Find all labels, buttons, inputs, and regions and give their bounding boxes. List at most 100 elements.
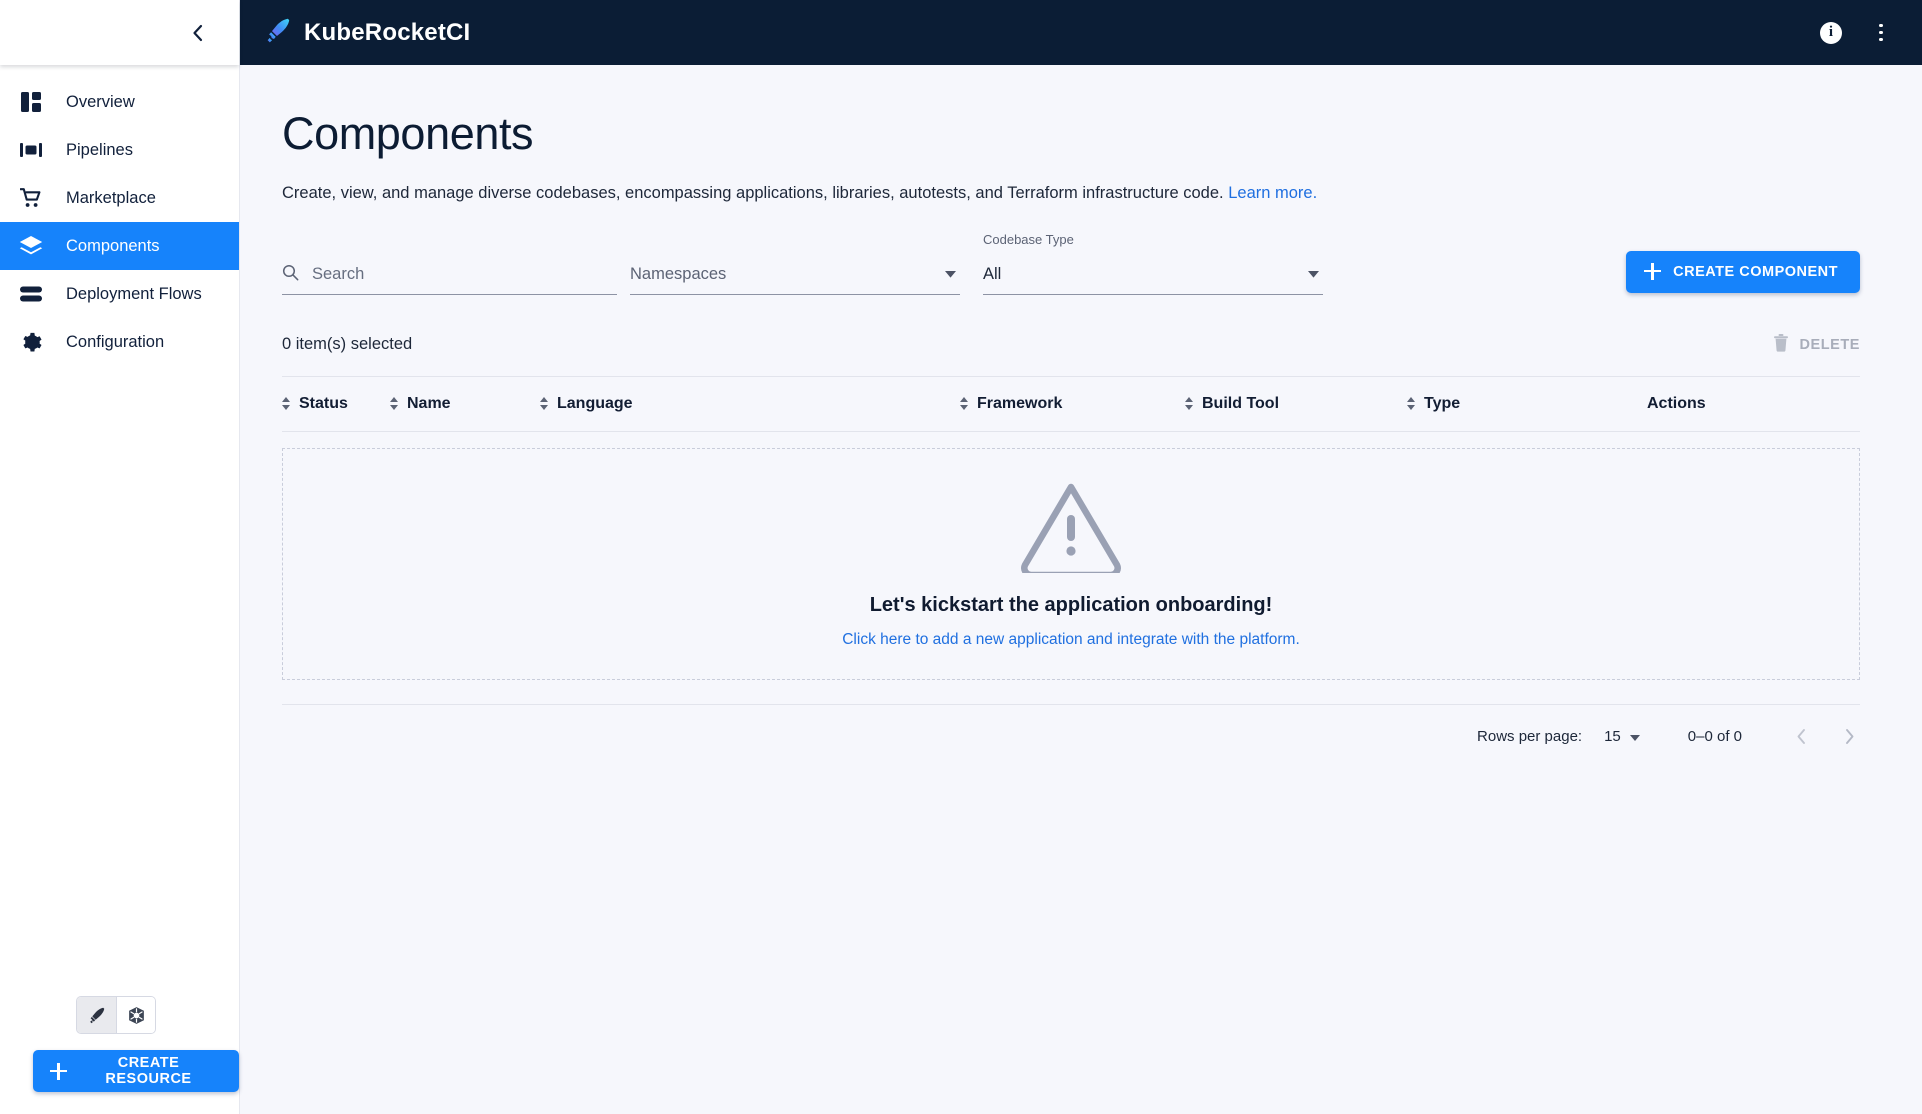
sort-icon (1185, 397, 1193, 410)
codebase-type-underline (983, 293, 1323, 295)
sidebar-item-configuration[interactable]: Configuration (0, 318, 239, 366)
chevron-down-icon (1308, 265, 1319, 283)
rows-per-page-value: 15 (1604, 727, 1621, 745)
info-glyph: i (1820, 21, 1842, 44)
sidebar-item-label: Pipelines (66, 140, 133, 159)
create-component-button[interactable]: CREATE COMPONENT (1626, 250, 1860, 293)
top-bar-actions: i (1812, 14, 1900, 52)
sidebar-item-deployment-flows[interactable]: Deployment Flows (0, 270, 239, 318)
create-resource-button[interactable]: CREATE RESOURCE (33, 1050, 239, 1092)
trash-icon (1773, 333, 1789, 356)
pagination-range: 0–0 of 0 (1687, 727, 1742, 745)
selected-count: 0 item(s) selected (282, 335, 413, 353)
delete-button[interactable]: DELETE (1773, 333, 1861, 356)
components-table: Status Name Language Framework Build Too (282, 375, 1860, 768)
column-label: Status (299, 394, 348, 412)
table-pagination: Rows per page: 15 0–0 of 0 (282, 703, 1860, 768)
sidebar-header (0, 0, 239, 65)
rocket-pen-icon (264, 17, 291, 49)
codebase-type-label: Codebase Type (983, 231, 1074, 247)
column-label: Language (557, 394, 633, 412)
sidebar-nav: Overview Pipelines Marketplace Component… (0, 65, 239, 366)
namespaces-value: Namespaces (630, 265, 727, 283)
search-input[interactable]: Search (312, 265, 364, 284)
sort-icon (960, 397, 968, 410)
delete-label: DELETE (1799, 336, 1860, 353)
dashboard-icon (18, 92, 44, 112)
column-header-build-tool[interactable]: Build Tool (1185, 395, 1407, 413)
sidebar-item-overview[interactable]: Overview (0, 78, 239, 126)
sidebar-item-pipelines[interactable]: Pipelines (0, 126, 239, 174)
stacked-bars-icon (18, 286, 44, 302)
sort-icon (540, 397, 548, 410)
chevron-left-icon[interactable] (183, 19, 211, 47)
sort-icon (390, 397, 398, 410)
sidebar-item-label: Overview (66, 92, 135, 111)
pipelines-icon (18, 142, 44, 158)
column-label: Build Tool (1202, 394, 1280, 412)
sidebar-item-label: Configuration (66, 332, 165, 351)
rows-per-page-select[interactable]: 15 (1604, 728, 1640, 745)
filters-row: Search Namespaces Codebase Type All CREA… (282, 232, 1860, 295)
kubernetes-helm-icon[interactable] (116, 997, 155, 1033)
view-toggle-group (76, 996, 156, 1034)
plus-icon (1644, 263, 1662, 280)
more-vertical-icon[interactable] (1862, 14, 1900, 52)
previous-page-button[interactable] (1790, 725, 1812, 747)
column-header-framework[interactable]: Framework (960, 395, 1185, 413)
codebase-type-value: All (983, 265, 1002, 283)
plus-icon (50, 1062, 67, 1080)
sidebar-item-label: Marketplace (66, 188, 156, 207)
layers-icon (18, 236, 44, 256)
learn-more-link[interactable]: Learn more. (1228, 184, 1317, 202)
column-label: Name (407, 394, 451, 412)
namespaces-underline (630, 293, 960, 295)
chevron-down-icon (945, 265, 956, 283)
main-content: Components Create, view, and manage dive… (240, 65, 1922, 1114)
sidebar-item-components[interactable]: Components (0, 222, 239, 270)
column-header-language[interactable]: Language (540, 395, 960, 413)
column-header-type[interactable]: Type (1407, 395, 1647, 413)
page-description-text: Create, view, and manage diverse codebas… (282, 183, 1224, 202)
empty-state: Let's kickstart the application onboardi… (282, 447, 1860, 680)
brand[interactable]: KubeRocketCI (264, 17, 470, 49)
create-resource-label: CREATE RESOURCE (105, 1055, 192, 1087)
selection-bar: 0 item(s) selected DELETE (282, 328, 1860, 362)
sidebar-item-marketplace[interactable]: Marketplace (0, 174, 239, 222)
column-label: Type (1424, 394, 1461, 412)
namespaces-select[interactable]: Namespaces (630, 255, 960, 295)
rows-per-page-label: Rows per page: (1477, 727, 1583, 745)
sidebar-item-label: Components (66, 236, 160, 255)
app-root: Overview Pipelines Marketplace Component… (0, 0, 1922, 1114)
codebase-type-select[interactable]: Codebase Type All (983, 232, 1323, 295)
create-component-label: CREATE COMPONENT (1673, 263, 1838, 280)
page-title: Components (282, 108, 534, 159)
pagination-controls (1790, 725, 1860, 747)
sort-icon (282, 397, 290, 410)
brand-name: KubeRocketCI (304, 18, 471, 46)
column-header-actions: Actions (1647, 395, 1860, 413)
info-icon[interactable]: i (1812, 14, 1850, 52)
sidebar: Overview Pipelines Marketplace Component… (0, 0, 240, 1114)
sidebar-footer: CREATE RESOURCE (0, 996, 239, 1114)
search-field[interactable]: Search (282, 255, 617, 295)
search-underline (282, 293, 617, 295)
column-label: Actions (1647, 394, 1706, 412)
search-icon (282, 264, 299, 286)
sidebar-item-label: Deployment Flows (66, 284, 202, 303)
empty-state-title: Let's kickstart the application onboardi… (869, 593, 1273, 616)
kuberocket-pen-icon[interactable] (77, 997, 116, 1033)
page-description: Create, view, and manage diverse codebas… (282, 184, 1860, 203)
column-header-name[interactable]: Name (390, 395, 540, 413)
empty-state-link[interactable]: Click here to add a new application and … (842, 631, 1300, 649)
column-label: Framework (977, 394, 1063, 412)
column-header-status[interactable]: Status (282, 395, 390, 413)
next-page-button[interactable] (1838, 725, 1860, 747)
sort-icon (1407, 397, 1415, 410)
kebab-dots (1879, 23, 1883, 42)
top-bar: KubeRocketCI i (240, 0, 1922, 65)
table-header-row: Status Name Language Framework Build Too (282, 375, 1860, 432)
gear-icon (18, 332, 44, 353)
chevron-down-icon (1629, 728, 1640, 745)
